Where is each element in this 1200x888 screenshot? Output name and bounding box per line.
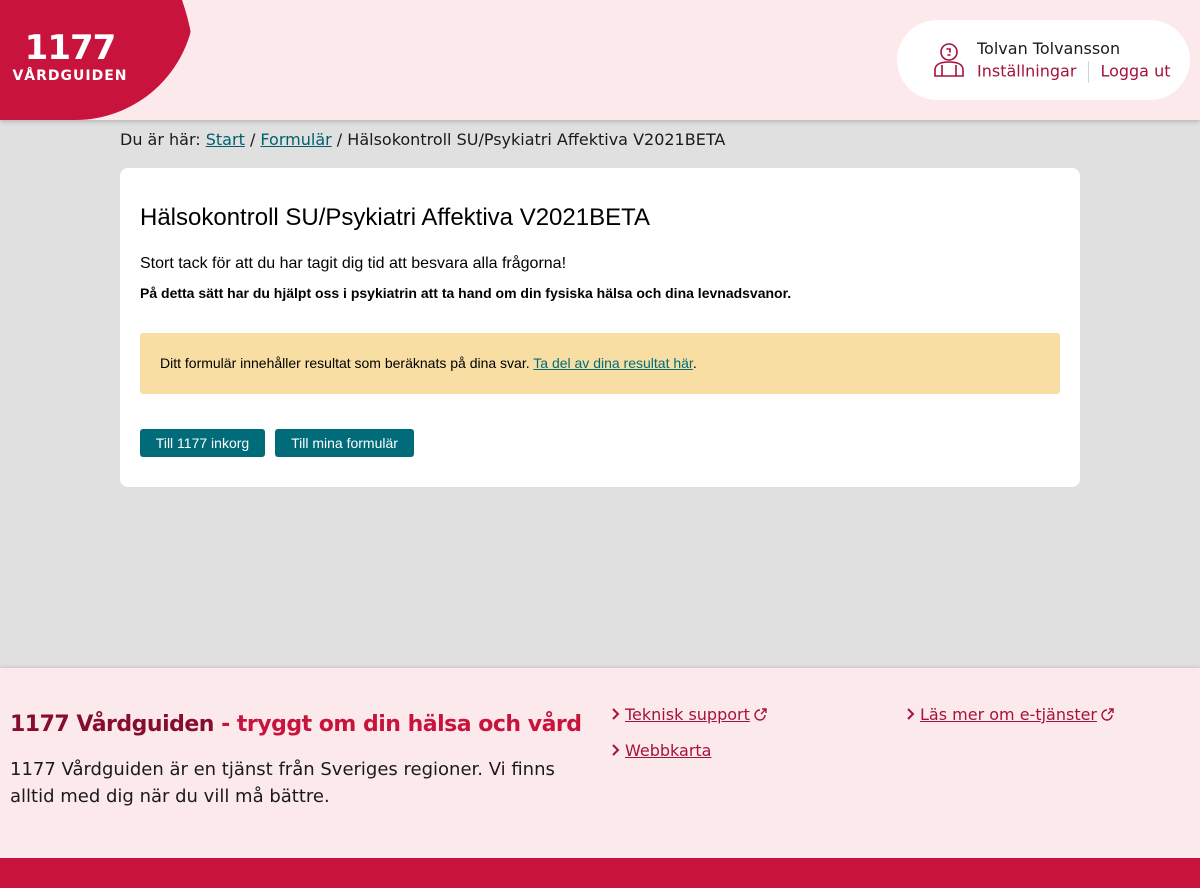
settings-link[interactable]: Inställningar: [977, 62, 1076, 81]
logo-name: VÅRDGUIDEN: [12, 68, 128, 84]
user-menu: Tolvan Tolvansson Inställningar Logga ut: [897, 20, 1190, 100]
user-links: Inställningar Logga ut: [977, 61, 1170, 83]
sitemap-link[interactable]: Webbkarta: [625, 741, 711, 760]
footer-link-eservices[interactable]: Läs mer om e-tjänster: [906, 705, 1115, 725]
breadcrumb-forms[interactable]: Formulär: [260, 130, 331, 149]
results-notice: Ditt formulär innehåller resultat som be…: [140, 333, 1060, 394]
notice-suffix: .: [692, 355, 697, 371]
my-forms-button[interactable]: Till mina formulär: [275, 429, 414, 457]
view-results-link[interactable]: Ta del av dina resultat här: [533, 355, 693, 371]
footer-brand: 1177 Vårdguiden: [10, 712, 214, 737]
breadcrumb-start[interactable]: Start: [206, 130, 245, 149]
notice-content: Ditt formulär innehåller resultat som be…: [160, 355, 697, 371]
footer-bottom-bar: [0, 858, 1200, 888]
footer-description: 1177 Vårdguiden är en tjänst från Sverig…: [10, 759, 555, 807]
breadcrumb-current: Hälsokontroll SU/Psykiatri Affektiva V20…: [347, 130, 726, 149]
chevron-right-icon: [906, 705, 920, 724]
form-confirmation-card: Hälsokontroll SU/Psykiatri Affektiva V20…: [120, 168, 1080, 487]
page-title: Hälsokontroll SU/Psykiatri Affektiva V20…: [140, 204, 650, 231]
breadcrumb-separator: /: [336, 130, 343, 149]
support-link[interactable]: Teknisk support: [625, 705, 750, 724]
eservices-link[interactable]: Läs mer om e-tjänster: [920, 705, 1097, 724]
external-link-icon: [754, 706, 768, 725]
logo-number: 1177: [24, 28, 116, 68]
breadcrumb-prefix: Du är här:: [120, 130, 201, 149]
site-header: 1177 VÅRDGUIDEN Tolvan Tolvansson Instäl…: [0, 0, 1200, 120]
footer-title: 1177 Vårdguiden - tryggt om din hälsa oc…: [10, 712, 582, 737]
footer-tagline: - tryggt om din hälsa och vård: [221, 712, 582, 737]
chevron-right-icon: [611, 741, 625, 760]
user-name: Tolvan Tolvansson: [977, 39, 1121, 58]
chevron-right-icon: [611, 705, 625, 724]
user-icon: [933, 42, 965, 78]
user-links-divider: [1088, 61, 1090, 83]
help-text: På detta sätt har du hjälpt oss i psykia…: [140, 285, 792, 301]
logo-1177-vardguiden[interactable]: 1177 VÅRDGUIDEN: [0, 0, 195, 120]
external-link-icon: [1101, 706, 1115, 725]
footer-link-sitemap[interactable]: Webbkarta: [611, 741, 711, 760]
notice-text: Ditt formulär innehåller resultat som be…: [160, 355, 530, 371]
logout-link[interactable]: Logga ut: [1100, 62, 1170, 81]
inbox-button[interactable]: Till 1177 inkorg: [140, 429, 265, 457]
thanks-text: Stort tack för att du har tagit dig tid …: [140, 255, 567, 272]
breadcrumb-separator: /: [249, 130, 256, 149]
breadcrumb: Du är här: Start / Formulär / Hälsokontr…: [120, 130, 725, 149]
footer-link-support[interactable]: Teknisk support: [611, 705, 768, 725]
site-footer: 1177 Vårdguiden - tryggt om din hälsa oc…: [0, 668, 1200, 858]
